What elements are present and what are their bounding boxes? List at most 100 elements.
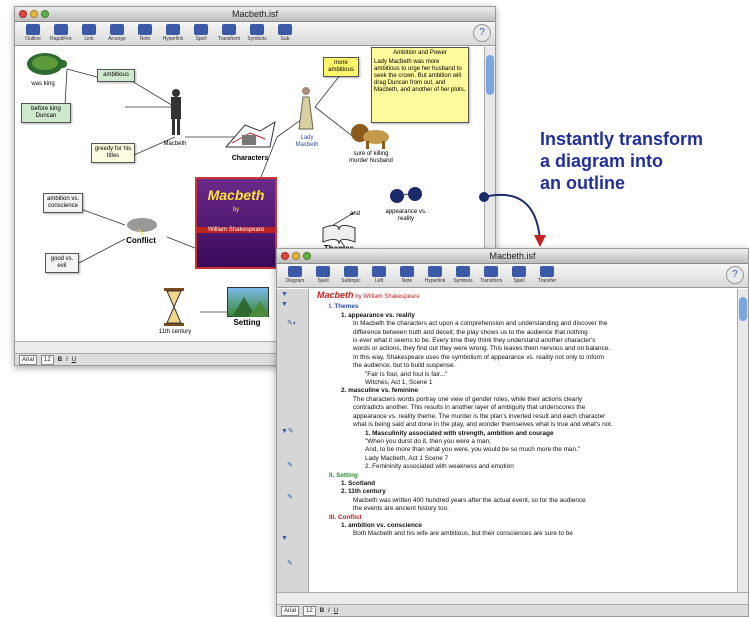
outline-heading[interactable]: Macbeth by William Shakespeare xyxy=(317,291,732,301)
minimize-button[interactable] xyxy=(30,10,38,18)
minimize-button[interactable] xyxy=(292,252,300,260)
node-characters[interactable]: Characters xyxy=(220,155,280,162)
toolbar-hyperlink-button[interactable]: Hyperlink xyxy=(421,266,449,284)
macbeth-cover-image[interactable]: Macbeth by William Shakespeare xyxy=(195,177,277,269)
node-more-ambitious[interactable]: more ambitious xyxy=(323,57,359,77)
outline-content[interactable]: Macbeth by William Shakespeare I. Themes… xyxy=(317,291,732,592)
size-select[interactable]: 12 xyxy=(303,605,316,616)
node-ambition-vs-conscience[interactable]: ambition vs. conscience xyxy=(43,193,83,213)
node-setting[interactable]: Setting xyxy=(221,319,273,327)
toolbar-transform-button[interactable]: Transform xyxy=(215,24,243,42)
outline-vertical-scrollbar[interactable] xyxy=(737,289,748,592)
toolbar-symbols-button[interactable]: Symbols xyxy=(449,266,477,284)
outline-line[interactable]: Macbeth was written 400 hundred years af… xyxy=(317,497,732,505)
node-greedy[interactable]: greedy for his titles xyxy=(91,143,135,163)
node-lady-macbeth[interactable]: Lady Macbeth xyxy=(290,135,324,149)
outline-line[interactable]: the events are ancient history too. xyxy=(317,505,732,513)
note-attachment-icon[interactable]: ✎ xyxy=(287,461,293,469)
outline-line[interactable]: difference between truth and deceit; the… xyxy=(317,329,732,337)
outline-zoom-bar[interactable] xyxy=(277,592,748,604)
node-appearance-reality[interactable]: appearance vs. reality xyxy=(379,209,433,223)
collapse-triangle-icon[interactable]: ▼ xyxy=(281,535,288,542)
toolbar-diagram-button[interactable]: Diagram xyxy=(281,266,309,284)
toolbar-link-button[interactable]: Link xyxy=(75,24,103,42)
toolbar-spell-button[interactable]: Spell xyxy=(505,266,533,284)
book-image[interactable] xyxy=(321,222,357,244)
node-11th-century[interactable]: 11th century xyxy=(155,329,195,336)
help-icon[interactable]: ? xyxy=(726,266,744,284)
lady-macbeth-figure[interactable] xyxy=(295,85,317,131)
collapse-triangle-icon[interactable]: ▼ xyxy=(281,291,288,298)
outline-line[interactable]: II. Setting xyxy=(317,472,732,480)
note-attachment-icon[interactable]: ✎◐ xyxy=(287,319,297,327)
node-sure-of-killing[interactable]: sure of killing murder husband xyxy=(349,151,393,165)
close-button[interactable] xyxy=(19,10,27,18)
outline-line[interactable]: "When you durst do it, then you were a m… xyxy=(317,438,732,446)
outline-line[interactable]: "Fair is foul, and foul is fair..." xyxy=(317,371,732,379)
close-button[interactable] xyxy=(281,252,289,260)
toolbar-subtopic-button[interactable]: Subtopic xyxy=(337,266,365,284)
outline-line[interactable]: 2. 11th century xyxy=(317,488,732,496)
collapse-triangle-icon[interactable]: ▼ xyxy=(281,301,288,308)
node-conflict[interactable]: Conflict xyxy=(121,237,161,245)
node-macbeth-char[interactable]: Macbeth xyxy=(155,141,195,148)
toolbar-topic-button[interactable]: Spell xyxy=(309,266,337,284)
bold-button[interactable]: B xyxy=(58,357,62,363)
note-ambition-power[interactable]: Ambition and Power Lady Macbeth was more… xyxy=(371,47,469,123)
underline-button[interactable]: U xyxy=(334,608,338,614)
outline-line[interactable]: Both Macbeth and his wife are ambitious,… xyxy=(317,530,732,538)
italic-button[interactable]: I xyxy=(66,357,68,363)
toolbar-left-button[interactable]: Left xyxy=(365,266,393,284)
storm-cloud-image[interactable] xyxy=(125,215,159,235)
outline-line[interactable]: 2. Femininity associated with weakness a… xyxy=(317,463,732,471)
outline-line[interactable]: what is being said and done in the play,… xyxy=(317,421,732,429)
outline-line[interactable]: 2. masculine vs. feminine xyxy=(317,387,732,395)
toolbar-sub-button[interactable]: Sub xyxy=(271,24,299,42)
node-ambition[interactable]: ambitious xyxy=(97,69,135,82)
scroll-thumb[interactable] xyxy=(486,55,494,95)
lion-image[interactable] xyxy=(350,121,390,149)
outline-line[interactable]: Lady Macbeth, Act 1 Scene 7 xyxy=(317,455,732,463)
outline-line[interactable]: The characters words portray one view of… xyxy=(317,396,732,404)
note-attachment-icon[interactable]: ✎ xyxy=(287,559,293,567)
outline-line[interactable]: 1. appearance vs. reality xyxy=(317,312,732,320)
outline-line[interactable]: words or actions, they find out they wer… xyxy=(317,345,732,353)
node-before-king[interactable]: before king Duncan xyxy=(21,103,71,123)
outline-line[interactable]: 1. ambition vs. conscience xyxy=(317,522,732,530)
zoom-button[interactable] xyxy=(41,10,49,18)
size-select[interactable]: 12 xyxy=(41,354,54,365)
outline-line[interactable]: contradicts another. This results in ano… xyxy=(317,404,732,412)
outline-line[interactable]: In this way, Shakespeare uses the symbol… xyxy=(317,354,732,362)
toolbar-transfer-button[interactable]: Transfer xyxy=(533,266,561,284)
font-select[interactable]: Arial xyxy=(19,354,38,365)
macbeth-figure[interactable] xyxy=(165,87,187,137)
turtle-image[interactable] xyxy=(23,49,69,79)
hourglass-image[interactable] xyxy=(161,287,187,327)
outline-line[interactable]: is ever what it seems to be. Every time … xyxy=(317,337,732,345)
collapse-triangle-icon[interactable]: ▼✎ xyxy=(281,427,294,435)
setting-image[interactable] xyxy=(227,287,269,317)
outline-line[interactable]: appearance vs. reality theme. The murder… xyxy=(317,413,732,421)
outline-line[interactable]: Witches, Act 1, Scene 1 xyxy=(317,379,732,387)
toolbar-hyperlink-button[interactable]: Hyperlink xyxy=(159,24,187,42)
toolbar-outline-button[interactable]: Outline xyxy=(19,24,47,42)
toolbar-symbols-button[interactable]: Symbols xyxy=(243,24,271,42)
toolbar-transform-button[interactable]: Transform xyxy=(477,266,505,284)
outline-line[interactable]: 1. Scotland xyxy=(317,480,732,488)
toolbar-spell-button[interactable]: Spell xyxy=(187,24,215,42)
characters-image[interactable] xyxy=(220,117,280,155)
outline-line[interactable]: And, to be more than what you were, you … xyxy=(317,446,732,454)
zoom-button[interactable] xyxy=(303,252,311,260)
outline-line[interactable]: the audience, but to build suspense. xyxy=(317,362,732,370)
toolbar-rapidfire-button[interactable]: RapidFire xyxy=(47,24,75,42)
toolbar-note-button[interactable]: Note xyxy=(393,266,421,284)
bold-button[interactable]: B xyxy=(320,608,324,614)
toolbar-arrange-button[interactable]: Arrange xyxy=(103,24,131,42)
outline-line[interactable]: 1. Masculinity associated with strength,… xyxy=(317,430,732,438)
node-good-vs-evil[interactable]: good vs. evil xyxy=(45,253,79,273)
scroll-thumb[interactable] xyxy=(739,297,747,321)
underline-button[interactable]: U xyxy=(72,357,76,363)
note-attachment-icon[interactable]: ✎ xyxy=(287,493,293,501)
outline-line[interactable]: III. Conflict xyxy=(317,514,732,522)
outline-line[interactable]: I. Themes xyxy=(317,303,732,311)
